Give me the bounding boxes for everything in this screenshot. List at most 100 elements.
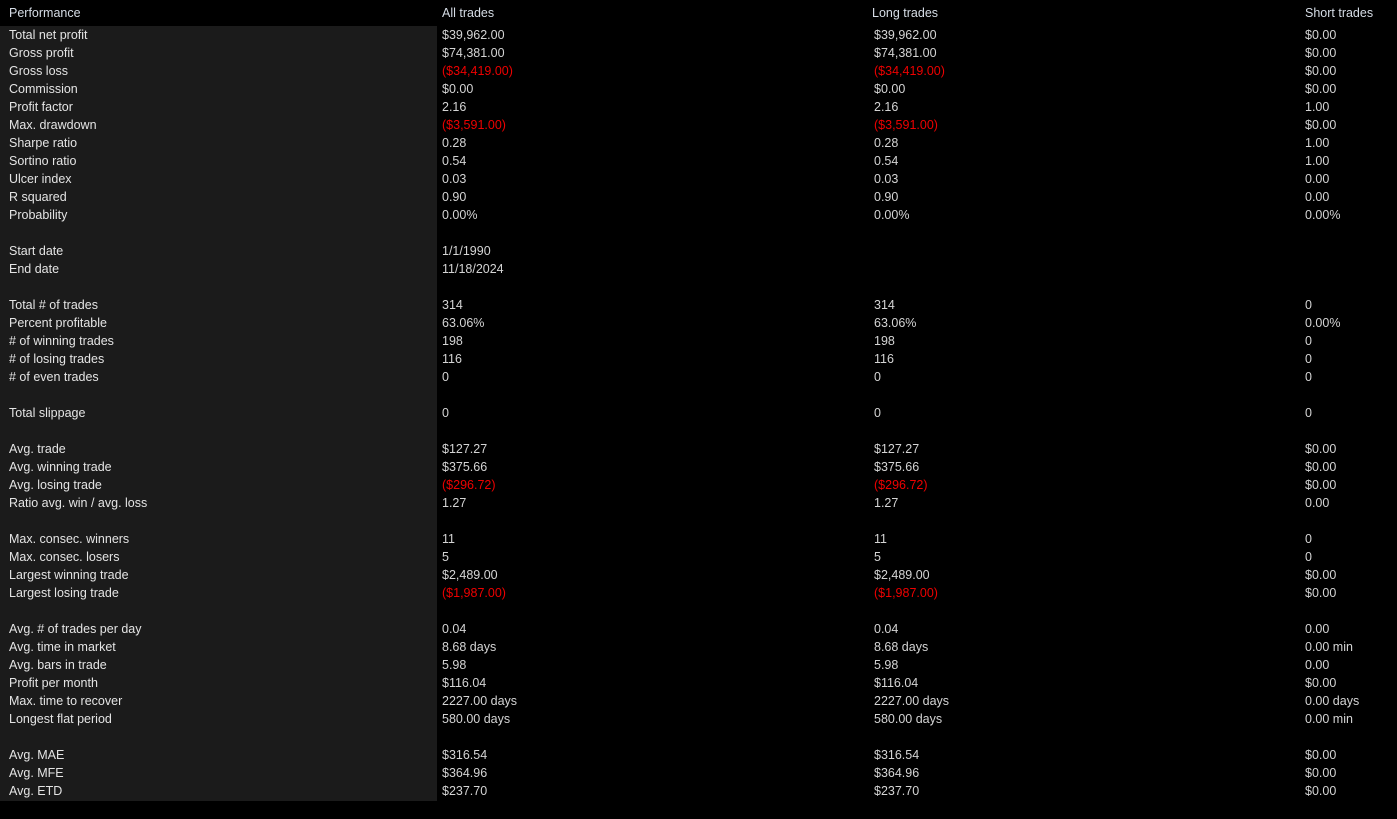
- metric-value-short-trades: 0.00 min: [1305, 712, 1353, 726]
- metric-value-all-trades: $2,489.00: [442, 568, 498, 582]
- table-row[interactable]: Largest winning trade $2,489.00 $2,489.00 $…: [0, 566, 1397, 584]
- table-row[interactable]: Avg. time in market 8.68 days 8.68 days 0.0…: [0, 638, 1397, 656]
- table-row[interactable]: Largest losing trade ($1,987.00) ($1,987.0…: [0, 584, 1397, 602]
- table-row[interactable]: Avg. # of trades per day 0.04 0.04 0.00: [0, 620, 1397, 638]
- metric-value-all-trades: 0.90: [442, 190, 467, 204]
- metric-value-short-trades: $0.00: [1305, 118, 1337, 132]
- metric-value-all-trades: $74,381.00: [442, 46, 505, 60]
- metric-name: Sharpe ratio: [9, 136, 78, 150]
- metric-name: Total # of trades: [9, 298, 98, 312]
- metric-name: Avg. losing trade: [9, 478, 102, 492]
- table-row[interactable]: Profit per month $116.04 $116.04 $0.00: [0, 674, 1397, 692]
- metric-value-long-trades: $375.66: [874, 460, 920, 474]
- metric-value-long-trades: 5.98: [874, 658, 899, 672]
- column-header-long-trades[interactable]: Long trades: [872, 6, 938, 20]
- metric-value-short-trades: $0.00: [1305, 748, 1337, 762]
- metric-value-long-trades: ($296.72): [874, 478, 928, 492]
- metric-value-all-trades: 11/18/2024: [442, 262, 504, 276]
- table-row[interactable]: Total slippage 0 0 0: [0, 404, 1397, 422]
- table-row[interactable]: Start date 1/1/1990: [0, 242, 1397, 260]
- metric-value-short-trades: $0.00: [1305, 64, 1337, 78]
- row-spacer: [0, 278, 1397, 296]
- table-row[interactable]: Avg. trade $127.27 $127.27 $0.00: [0, 440, 1397, 458]
- metric-value-short-trades: 0.00: [1305, 496, 1330, 510]
- metric-value-short-trades: $0.00: [1305, 568, 1337, 582]
- performance-rows: Total net profit $39,962.00 $39,962.00 $0.0…: [0, 26, 1397, 800]
- metric-value-short-trades: $0.00: [1305, 46, 1337, 60]
- metric-value-short-trades: 0.00%: [1305, 316, 1341, 330]
- column-header-all-trades[interactable]: All trades: [442, 6, 494, 20]
- table-row[interactable]: Avg. winning trade $375.66 $375.66 $0.00: [0, 458, 1397, 476]
- metric-name: Avg. MAE: [9, 748, 65, 762]
- row-spacer: [0, 422, 1397, 440]
- metric-value-all-trades: 314: [442, 298, 463, 312]
- table-row[interactable]: Longest flat period 580.00 days 580.00 day…: [0, 710, 1397, 728]
- metric-value-all-trades: 0: [442, 370, 449, 384]
- metric-value-short-trades: 0.00: [1305, 172, 1330, 186]
- table-row[interactable]: Sortino ratio 0.54 0.54 1.00: [0, 152, 1397, 170]
- metric-value-long-trades: 0.90: [874, 190, 899, 204]
- table-row[interactable]: Ulcer index 0.03 0.03 0.00: [0, 170, 1397, 188]
- table-row[interactable]: Total # of trades 314 314 0: [0, 296, 1397, 314]
- metric-value-long-trades: 314: [874, 298, 895, 312]
- metric-value-short-trades: 0.00%: [1305, 208, 1341, 222]
- metric-value-short-trades: $0.00: [1305, 28, 1337, 42]
- metric-value-short-trades: 0: [1305, 298, 1312, 312]
- metric-value-all-trades: $237.70: [442, 784, 488, 798]
- table-row[interactable]: # of losing trades 116 116 0: [0, 350, 1397, 368]
- table-row[interactable]: # of even trades 0 0 0: [0, 368, 1397, 386]
- table-row[interactable]: Max. time to recover 2227.00 days 2227.00 …: [0, 692, 1397, 710]
- metric-name: # of even trades: [9, 370, 99, 384]
- metric-name: Probability: [9, 208, 68, 222]
- metric-value-short-trades: $0.00: [1305, 784, 1337, 798]
- metric-value-all-trades: 0.54: [442, 154, 467, 168]
- table-row[interactable]: Max. consec. winners 11 11 0: [0, 530, 1397, 548]
- table-row[interactable]: Avg. losing trade ($296.72) ($296.72) $0.00: [0, 476, 1397, 494]
- metric-value-all-trades: 8.68 days: [442, 640, 497, 654]
- table-row[interactable]: Avg. ETD $237.70 $237.70 $0.00: [0, 782, 1397, 800]
- metric-value-long-trades: 0.03: [874, 172, 899, 186]
- table-row[interactable]: Avg. MAE $316.54 $316.54 $0.00: [0, 746, 1397, 764]
- table-row[interactable]: Gross loss ($34,419.00) ($34,419.00) $0.00: [0, 62, 1397, 80]
- metric-name: # of losing trades: [9, 352, 105, 366]
- metric-value-all-trades: $39,962.00: [442, 28, 505, 42]
- table-row[interactable]: Ratio avg. win / avg. loss 1.27 1.27 0.00: [0, 494, 1397, 512]
- metric-value-long-trades: $0.00: [874, 82, 906, 96]
- metric-value-long-trades: 0.04: [874, 622, 899, 636]
- metric-value-short-trades: 0: [1305, 352, 1312, 366]
- metric-value-long-trades: $316.54: [874, 748, 920, 762]
- table-row[interactable]: Sharpe ratio 0.28 0.28 1.00: [0, 134, 1397, 152]
- metric-value-all-trades: 1.27: [442, 496, 467, 510]
- metric-value-short-trades: 0: [1305, 334, 1312, 348]
- metric-name: # of winning trades: [9, 334, 114, 348]
- metric-value-long-trades: 5: [874, 550, 881, 564]
- table-row[interactable]: Avg. MFE $364.96 $364.96 $0.00: [0, 764, 1397, 782]
- table-row[interactable]: Total net profit $39,962.00 $39,962.00 $0.0…: [0, 26, 1397, 44]
- metric-value-all-trades: 198: [442, 334, 463, 348]
- metric-value-long-trades: 1.27: [874, 496, 899, 510]
- row-spacer: [0, 602, 1397, 620]
- table-row[interactable]: Gross profit $74,381.00 $74,381.00 $0.00: [0, 44, 1397, 62]
- metric-value-all-trades: 0.28: [442, 136, 467, 150]
- table-row[interactable]: R squared 0.90 0.90 0.00: [0, 188, 1397, 206]
- metric-value-long-trades: 198: [874, 334, 895, 348]
- table-row[interactable]: Max. drawdown ($3,591.00) ($3,591.00) $0.00: [0, 116, 1397, 134]
- metric-value-long-trades: 116: [874, 352, 894, 366]
- table-row[interactable]: # of winning trades 198 198 0: [0, 332, 1397, 350]
- table-row[interactable]: Profit factor 2.16 2.16 1.00: [0, 98, 1397, 116]
- metric-value-all-trades: 0.03: [442, 172, 467, 186]
- metric-value-all-trades: 5.98: [442, 658, 467, 672]
- column-header-short-trades[interactable]: Short trades: [1305, 6, 1373, 20]
- column-header-performance[interactable]: Performance: [9, 6, 81, 20]
- column-header-row: Performance All trades Long trades Short…: [0, 0, 1397, 26]
- metric-value-long-trades: 2227.00 days: [874, 694, 950, 708]
- metric-name: Max. time to recover: [9, 694, 123, 708]
- table-row[interactable]: Avg. bars in trade 5.98 5.98 0.00: [0, 656, 1397, 674]
- row-spacer: [0, 512, 1397, 530]
- table-row[interactable]: Commission $0.00 $0.00 $0.00: [0, 80, 1397, 98]
- metric-name: Ulcer index: [9, 172, 72, 186]
- table-row[interactable]: Probability 0.00% 0.00% 0.00%: [0, 206, 1397, 224]
- table-row[interactable]: Max. consec. losers 5 5 0: [0, 548, 1397, 566]
- table-row[interactable]: End date 11/18/2024: [0, 260, 1397, 278]
- table-row[interactable]: Percent profitable 63.06% 63.06% 0.00%: [0, 314, 1397, 332]
